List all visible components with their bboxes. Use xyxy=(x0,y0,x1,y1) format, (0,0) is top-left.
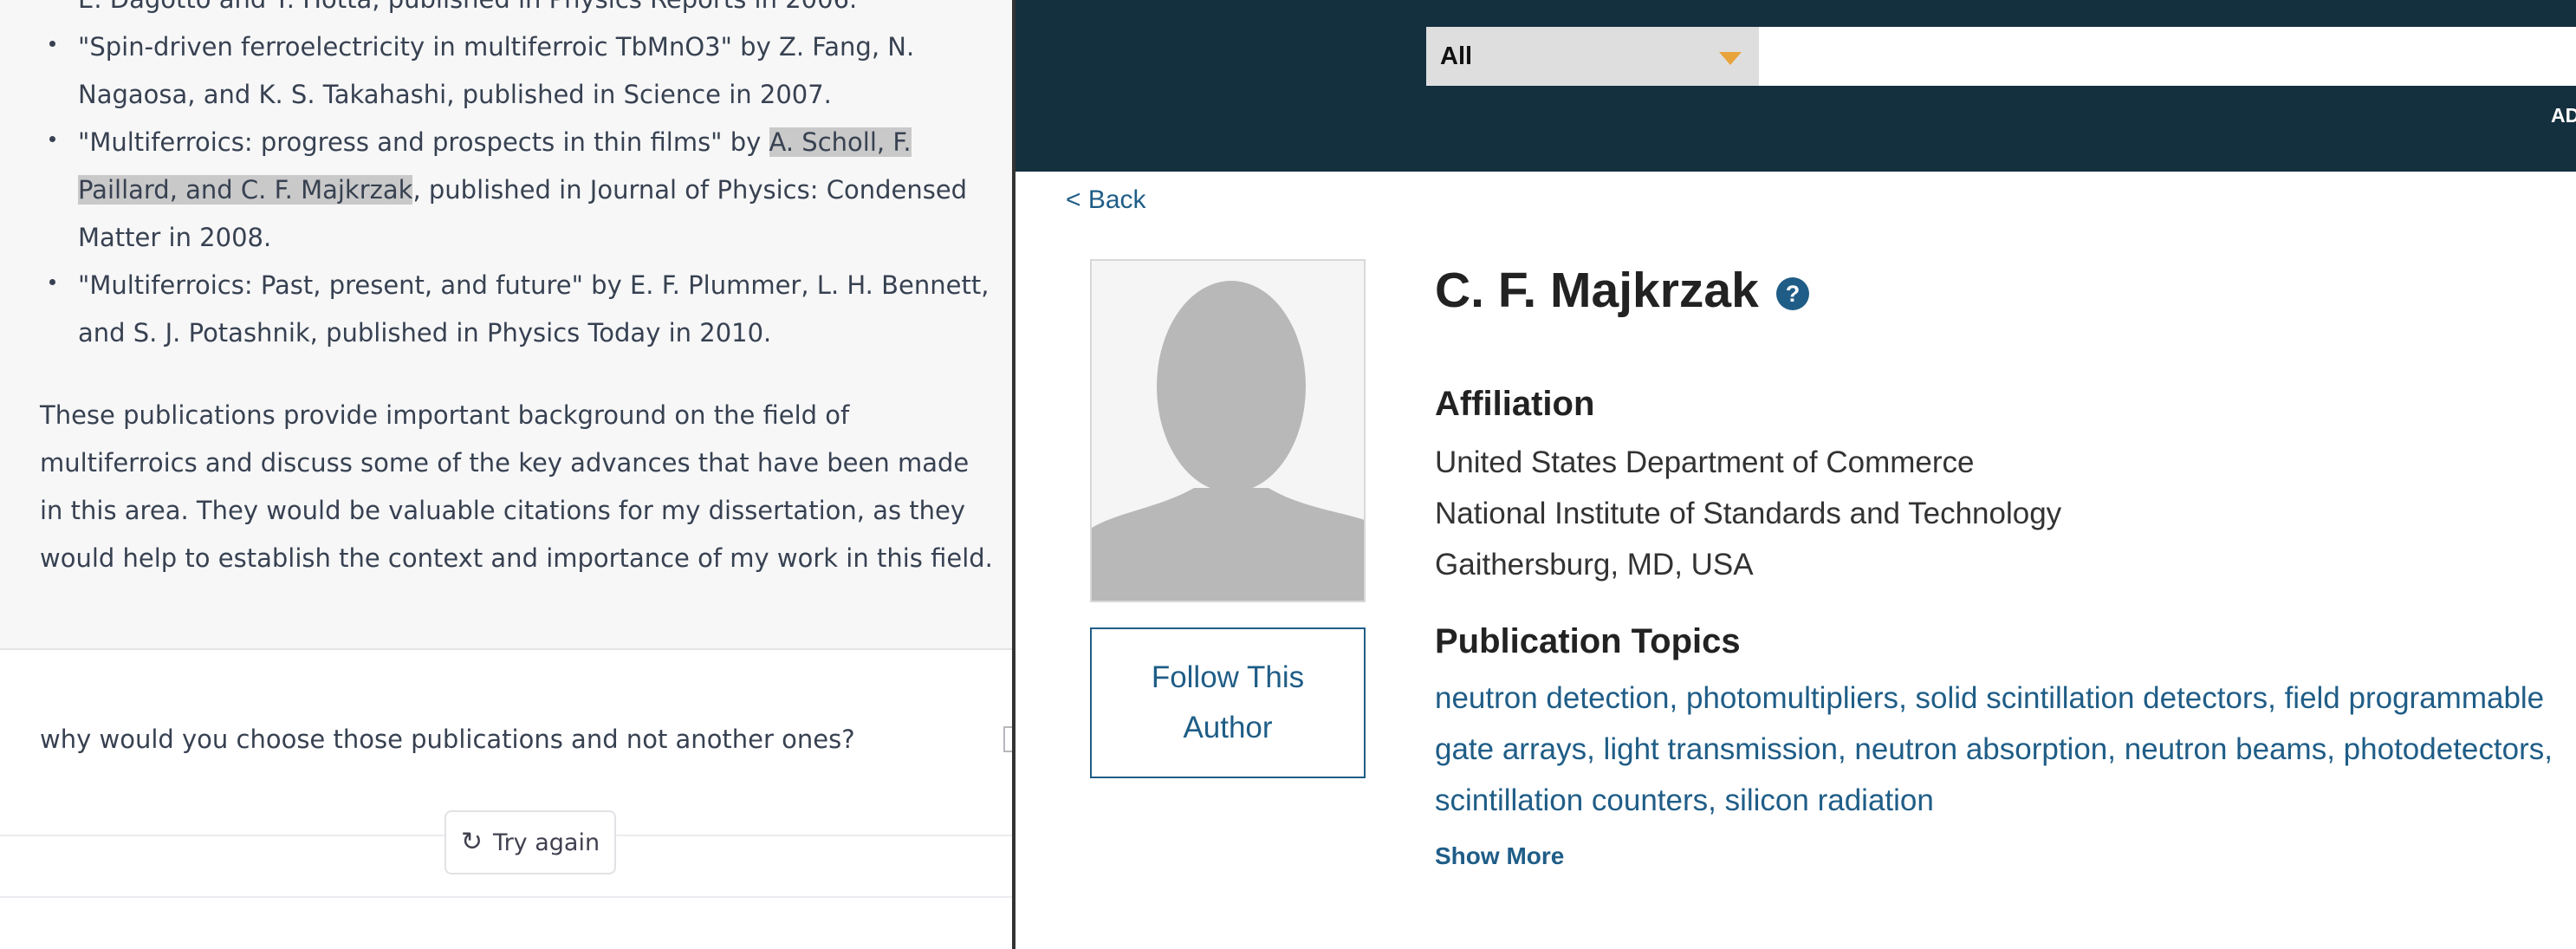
affiliation-heading: Affiliation xyxy=(1435,385,1595,423)
show-more-link[interactable]: Show More xyxy=(1435,842,1564,870)
affiliation-line: National Institute of Standards and Tech… xyxy=(1435,497,2062,530)
user-message-area: why would you choose those publications … xyxy=(0,650,1014,949)
topic-link[interactable]: silicon radiation xyxy=(1725,783,1934,817)
topic-link[interactable]: solid scintillation detectors xyxy=(1916,681,2268,715)
advanced-search-link[interactable]: AD xyxy=(2551,104,2576,127)
assistant-message: E. Dagotto and T. Hotta, published in Ph… xyxy=(0,0,1014,650)
search-input[interactable] xyxy=(1759,27,2576,86)
affiliation-list: United States Department of Commerce Nat… xyxy=(1435,437,2061,590)
topic-link[interactable]: neutron absorption xyxy=(1854,732,2107,766)
publication-item: "Multiferroics: Past, present, and futur… xyxy=(38,262,991,357)
publication-text: "Multiferroics: progress and prospects i… xyxy=(78,127,769,157)
search-scope-dropdown[interactable]: All xyxy=(1426,27,1759,86)
topic-link[interactable]: photodetectors xyxy=(2344,732,2545,766)
chat-pane: E. Dagotto and T. Hotta, published in Ph… xyxy=(0,0,1014,949)
affiliation-line: Gaithersburg, MD, USA xyxy=(1435,548,1754,582)
try-again-label: Try again xyxy=(493,829,600,856)
publication-text: E. Dagotto and T. Hotta, published in Ph… xyxy=(78,0,857,14)
assistant-summary: These publications provide important bac… xyxy=(40,400,993,573)
try-again-button[interactable]: ↻ Try again xyxy=(444,810,616,874)
author-name: C. F. Majkrzak xyxy=(1435,263,1759,318)
publication-text: "Multiferroics: Past, present, and futur… xyxy=(78,270,990,348)
search-scope-value: All xyxy=(1440,42,1473,70)
topic-link[interactable]: photomultipliers xyxy=(1686,681,1898,715)
affiliation-line: United States Department of Commerce xyxy=(1435,445,1975,479)
publication-topics-heading: Publication Topics xyxy=(1435,622,1741,660)
follow-author-button[interactable]: Follow This Author xyxy=(1090,627,1366,778)
author-profile-pane: All AD < Back Follow This Author C. F. M… xyxy=(1015,0,2576,949)
topic-link[interactable]: neutron beams xyxy=(2125,732,2326,766)
divider xyxy=(0,896,1014,898)
user-message: why would you choose those publications … xyxy=(40,725,855,754)
publication-item: E. Dagotto and T. Hotta, published in Ph… xyxy=(38,0,991,23)
topic-link[interactable]: light transmission xyxy=(1604,732,1838,766)
help-icon[interactable]: ? xyxy=(1776,277,1809,310)
chevron-down-icon xyxy=(1719,52,1742,65)
person-silhouette-icon xyxy=(1092,281,1364,601)
retry-icon: ↻ xyxy=(460,827,483,857)
site-header: All AD xyxy=(1015,0,2576,172)
avatar xyxy=(1090,259,1366,602)
back-link[interactable]: < Back xyxy=(1066,185,1146,215)
publication-text: "Spin-driven ferroelectricity in multife… xyxy=(78,32,915,109)
publication-list: E. Dagotto and T. Hotta, published in Ph… xyxy=(38,0,991,357)
publication-item: "Multiferroics: progress and prospects i… xyxy=(38,119,991,262)
publication-item: "Spin-driven ferroelectricity in multife… xyxy=(38,23,991,119)
topic-link[interactable]: neutron detection xyxy=(1435,681,1669,715)
publication-topics-list: neutron detection, photomultipliers, sol… xyxy=(1435,681,2553,817)
topic-link[interactable]: scintillation counters xyxy=(1435,783,1708,817)
